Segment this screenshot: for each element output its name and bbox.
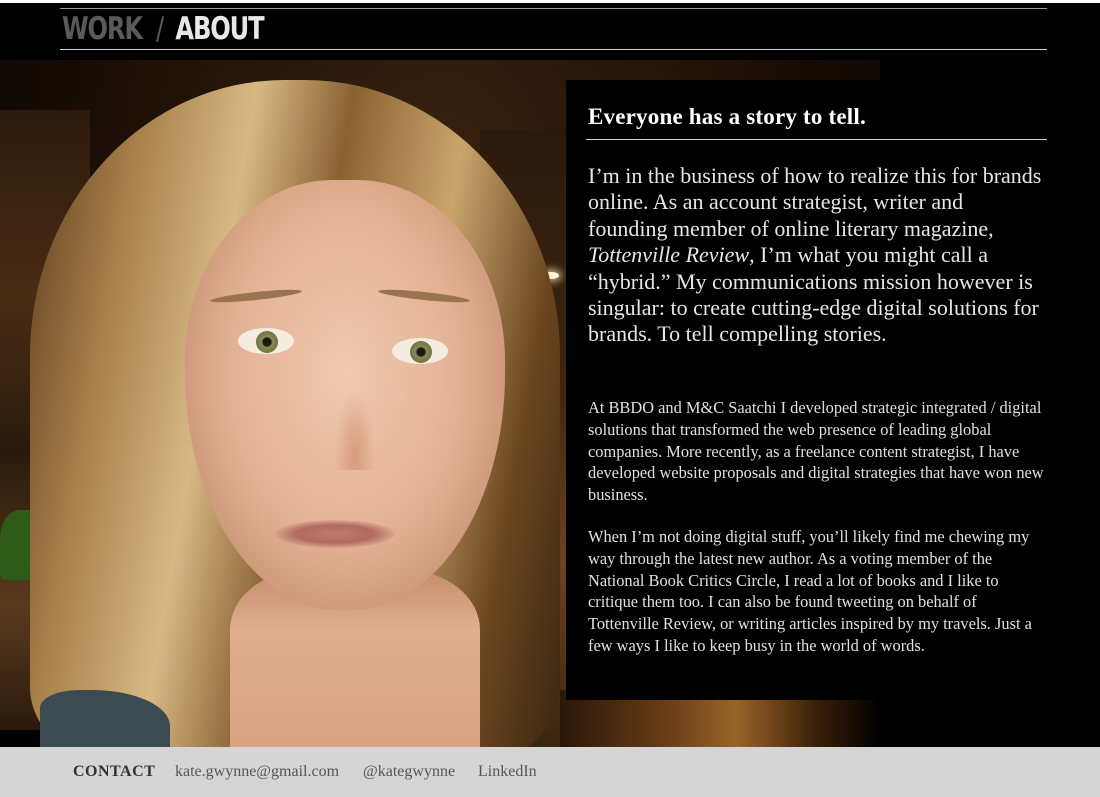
portrait-right-eye (392, 338, 448, 364)
top-strip (0, 0, 1100, 3)
nav-separator: / (155, 11, 164, 47)
portrait-nose (330, 380, 380, 470)
portrait-mouth (275, 520, 395, 548)
twitter-link[interactable]: @kategwynne (363, 763, 455, 781)
lead-magazine-title: Tottenville Review (588, 242, 750, 268)
email-link[interactable]: kate.gwynne@gmail.com (175, 763, 339, 781)
about-paragraph-career: At BBDO and M&C Saatchi I developed stra… (588, 398, 1044, 505)
main-nav: WORK / ABOUT (62, 11, 265, 47)
top-navigation: WORK / ABOUT (0, 0, 1100, 60)
nav-bottom-rule (60, 49, 1047, 50)
nav-about-link[interactable]: ABOUT (175, 11, 264, 47)
about-heading: Everyone has a story to tell. (588, 104, 866, 129)
nav-work-link[interactable]: WORK (62, 11, 143, 47)
heading-divider (586, 139, 1047, 140)
lead-text-before: I’m in the business of how to realize th… (588, 163, 1042, 241)
about-paragraph-personal: When I’m not doing digital stuff, you’ll… (588, 527, 1032, 655)
about-lead-paragraph: I’m in the business of how to realize th… (588, 163, 1043, 348)
contact-footer: CONTACT kate.gwynne@gmail.com @kategwynn… (0, 747, 1100, 797)
contact-label: CONTACT (73, 763, 156, 780)
linkedin-link[interactable]: LinkedIn (478, 763, 537, 781)
nav-top-rule (60, 8, 1047, 9)
portrait-left-eye (238, 328, 294, 354)
